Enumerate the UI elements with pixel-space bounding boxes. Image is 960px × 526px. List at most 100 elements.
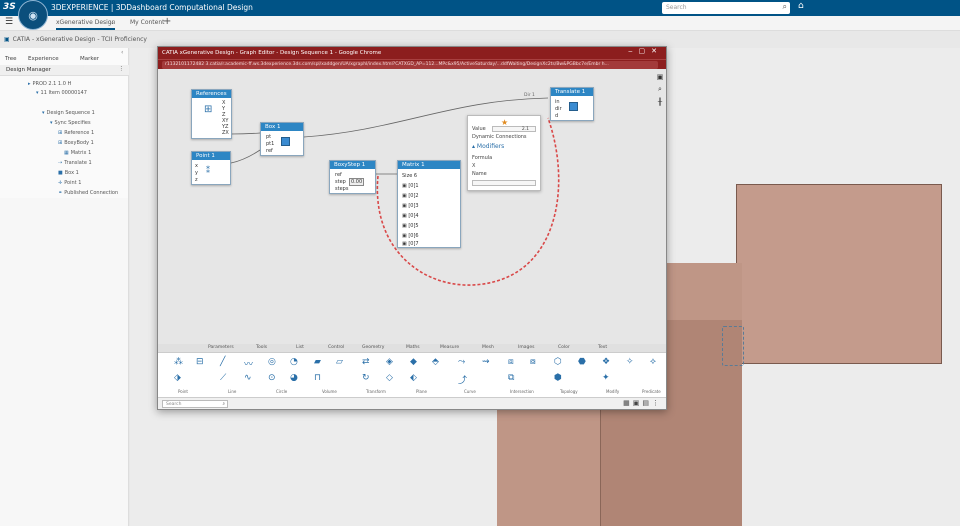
node-box[interactable]: Box 1 pt pt1 ref [260, 122, 304, 156]
palette-search-input[interactable]: Search ⌕ [162, 400, 228, 408]
volume-icon[interactable]: ▱ [336, 357, 343, 367]
tree-item[interactable]: ▦ Matrix 1 [64, 150, 91, 156]
rotate-icon[interactable]: ↻ [362, 373, 370, 383]
group-label-point: Point [178, 389, 188, 394]
tree-item[interactable]: ✛ Point 1 [58, 180, 81, 186]
compass-icon[interactable]: ◉ [18, 0, 48, 30]
add-tab-button[interactable]: + [163, 16, 171, 27]
status-icons[interactable]: ▦▣▤⋮ [623, 399, 662, 407]
circle-icon[interactable]: ◎ [268, 357, 276, 367]
tab-images[interactable]: Images [518, 345, 534, 350]
tab-list[interactable]: List [296, 345, 304, 350]
translate-tool-icon[interactable]: ⇄ [362, 357, 370, 367]
tree-item[interactable]: ⚭ Published Connection [58, 190, 118, 196]
tab-color[interactable]: Color [558, 345, 570, 350]
curve-blend-icon[interactable]: ⤴ [458, 373, 467, 386]
tab-experience[interactable]: Experience [28, 56, 59, 62]
face-icon[interactable]: ⬢ [554, 373, 562, 383]
predicate-icon[interactable]: ⟡ [650, 357, 656, 367]
tree-item[interactable]: ▾ Design Sequence 1 [42, 110, 95, 116]
modify-icon[interactable]: ❖ [602, 357, 610, 367]
point-tool-icon[interactable]: ⁂ [174, 357, 183, 367]
tab-measure[interactable]: Measure [440, 345, 459, 350]
plane-icon[interactable]: ◆ [410, 357, 417, 367]
window-controls[interactable]: ‒▢✕ [628, 47, 663, 55]
line-pt-icon[interactable]: ⟋ [220, 373, 226, 383]
modifiers-toggle[interactable]: ▴ Modifiers [472, 143, 504, 150]
zoom-icon[interactable]: ⌕ [654, 85, 666, 94]
node-point[interactable]: Point 1 x y z ⁑ [191, 151, 231, 185]
search-icon[interactable]: ⌕ [783, 2, 787, 12]
tab-text[interactable]: Text [598, 345, 607, 350]
zoom-slider[interactable]: ╫ [654, 98, 666, 106]
tree-item[interactable]: ⊞ Reference 1 [58, 130, 94, 136]
tab-marker[interactable]: Marker [80, 56, 99, 62]
panel-title: Design Manager [6, 67, 51, 73]
x-label: X [472, 163, 476, 169]
url-field[interactable]: r1132101172482 3.catia/r.academic-ff.ws.… [162, 61, 658, 69]
extrude-icon[interactable]: ▰ [314, 357, 321, 367]
chevron-down-icon[interactable]: ⌄ [110, 19, 115, 26]
curve-project-icon[interactable]: ⇝ [482, 357, 490, 367]
tree-item[interactable]: ⊞ BoxyBody 1 [58, 140, 94, 146]
node-references[interactable]: References ⊞ X Y Z XY YZ ZX [191, 89, 232, 139]
curve-icon[interactable]: ⤳ [458, 357, 465, 367]
tab-tools[interactable]: Tools [256, 345, 267, 350]
tree-item[interactable]: ▾ Sync Specifies [50, 120, 91, 126]
tab-parameters[interactable]: Parameters [208, 345, 234, 350]
plane-pt-icon[interactable]: ⬖ [410, 373, 417, 383]
app-title[interactable]: 3DEXPERIENCE | 3DDashboard Computational… [51, 3, 253, 12]
intersect-curve-icon[interactable]: ⧇ [530, 357, 536, 367]
cylinder-icon[interactable]: ⊓ [314, 373, 321, 383]
spline-icon[interactable]: ∿ [244, 373, 252, 383]
tab-geometry[interactable]: Geometry [362, 345, 384, 350]
intersect-surf-icon[interactable]: ⧉ [508, 373, 514, 383]
search-input[interactable]: Search ⌕ [662, 2, 790, 14]
tree-item[interactable]: ▸ PROD 2.1 1.0 H [28, 81, 71, 87]
window-title-bar[interactable]: CATIA xGenerative Design - Graph Editor … [158, 47, 666, 59]
plane-offset-icon[interactable]: ⬘ [432, 357, 439, 367]
tree-item[interactable]: ⇢ Translate 1 [58, 160, 92, 166]
circle-center-icon[interactable]: ⊙ [268, 373, 276, 383]
back-cube[interactable] [736, 184, 942, 364]
tab-tree[interactable]: Tree [5, 56, 16, 62]
tab-control[interactable]: Control [328, 345, 344, 350]
robot-gripper[interactable] [722, 326, 744, 366]
point-grid-icon[interactable]: ⊟ [196, 357, 204, 367]
point-on-icon[interactable]: ⬗ [174, 373, 181, 383]
node-translate[interactable]: Translate 1 in dir d [550, 87, 594, 121]
value-input[interactable]: 2.1 [492, 126, 536, 132]
intersect-icon[interactable]: ⧈ [508, 357, 514, 367]
split-icon[interactable]: ✧ [626, 357, 634, 367]
scale-icon[interactable]: ◈ [386, 357, 393, 367]
box-icon: ■ [58, 170, 63, 176]
fit-icon[interactable]: ▣ [654, 73, 666, 81]
polyline-icon[interactable]: 〰 [244, 357, 253, 370]
step-value-field[interactable]: 0.00 [349, 178, 365, 186]
menu-icon[interactable]: ☰ [5, 17, 13, 27]
node-boxystep[interactable]: BoxyStep 1 ref step steps 0.00 [329, 160, 376, 194]
tag-icon[interactable]: ⌂ [798, 1, 804, 11]
arc-icon[interactable]: ◔ [290, 357, 298, 367]
search-icon[interactable]: ⌕ [222, 401, 225, 407]
ellipse-icon[interactable]: ◕ [290, 373, 298, 383]
fillet-icon[interactable]: ✦ [602, 373, 610, 383]
topology-icon[interactable]: ⬡ [554, 357, 562, 367]
part-icon: ▾ [36, 90, 39, 96]
tree-item[interactable]: ■ Box 1 [58, 170, 79, 176]
mirror-icon[interactable]: ◇ [386, 373, 393, 383]
more-icon[interactable]: ⋮ [119, 66, 125, 72]
edge-icon[interactable]: ⬣ [578, 357, 586, 367]
name-input[interactable] [472, 180, 536, 186]
line-icon[interactable]: ╱ [220, 357, 225, 367]
tree-item[interactable]: ▾ 11 Item 00000147 [36, 90, 87, 96]
node-matrix[interactable]: Matrix 1 Size 6 ▣ [0]1 ▣ [0]2 ▣ [0]3 ▣ [… [397, 160, 461, 248]
tab-xgenerative-design[interactable]: xGenerative Design [56, 19, 116, 30]
tab-my-content[interactable]: My Content [130, 19, 165, 26]
port-label: z [195, 177, 198, 183]
value-label: Value [472, 126, 486, 132]
brand-logo[interactable]: 3S [3, 2, 16, 12]
tab-mesh[interactable]: Mesh [482, 345, 494, 350]
tab-maths[interactable]: Maths [406, 345, 420, 350]
canvas-toolbar: ▣ ⌕ ╫ [654, 69, 666, 149]
